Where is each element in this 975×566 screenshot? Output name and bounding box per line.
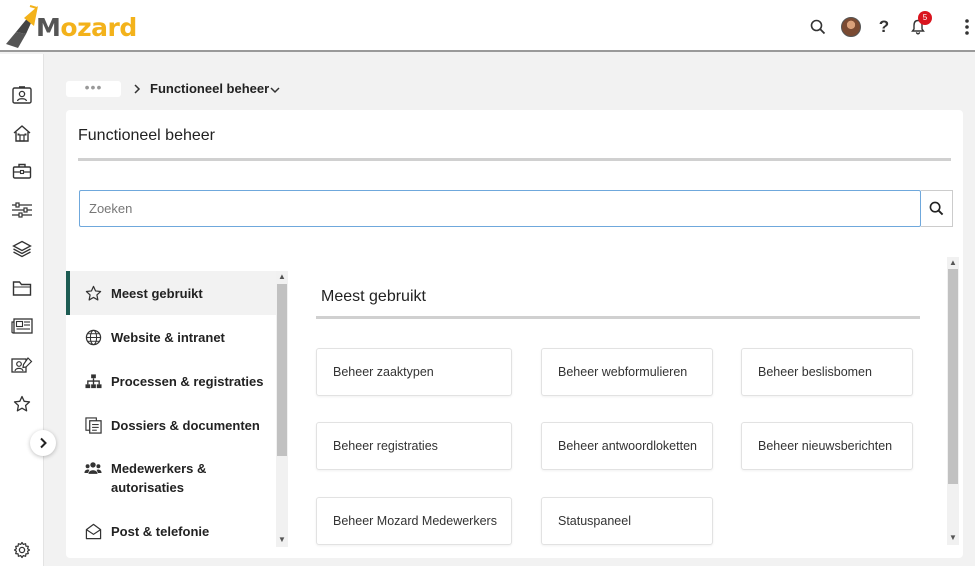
- tile-beheer-webformulieren[interactable]: Beheer webformulieren: [541, 348, 713, 396]
- side-rail: [0, 54, 44, 566]
- category-label: Dossiers & documenten: [111, 418, 260, 433]
- scroll-down-icon[interactable]: ▼: [277, 535, 287, 545]
- globe-icon: [84, 328, 102, 346]
- tile-statuspaneel[interactable]: Statuspaneel: [541, 497, 713, 545]
- search-icon: [929, 201, 944, 216]
- tile-beheer-registraties[interactable]: Beheer registraties: [316, 422, 512, 470]
- category-item-website-intranet[interactable]: Website & intranet: [66, 328, 276, 347]
- scroll-down-icon[interactable]: ▼: [948, 533, 958, 543]
- help-button[interactable]: ?: [874, 17, 894, 37]
- tile-beheer-antwoordloketten[interactable]: Beheer antwoordloketten: [541, 422, 713, 470]
- category-scrollbar[interactable]: ▲ ▼: [276, 271, 288, 547]
- logo-text: Mozard: [36, 13, 137, 42]
- category-label: Website & intranet: [111, 330, 225, 345]
- category-list: Meest gebruikt Website & intranet Proces…: [66, 271, 289, 548]
- search-icon[interactable]: [808, 17, 828, 37]
- page-title: Functioneel beheer: [78, 127, 215, 144]
- content-scroll-thumb[interactable]: [948, 269, 958, 484]
- documents-icon: [84, 416, 102, 434]
- mozard-logo[interactable]: Mozard: [4, 4, 137, 50]
- logo-text-prefix: M: [36, 12, 61, 42]
- tile-beheer-beslisbomen[interactable]: Beheer beslisbomen: [741, 348, 913, 396]
- category-item-dossiers-documenten[interactable]: Dossiers & documenten: [66, 416, 276, 435]
- help-label: ?: [878, 17, 890, 36]
- home-icon[interactable]: [11, 122, 33, 144]
- category-label: Post & telefonie: [111, 524, 210, 539]
- contact-card-icon[interactable]: [11, 84, 33, 106]
- folder-icon[interactable]: [11, 277, 33, 299]
- breadcrumb-current[interactable]: Functioneel beheer: [150, 81, 269, 96]
- tile-beheer-mozard-medewerkers[interactable]: Beheer Mozard Medewerkers: [316, 497, 512, 545]
- logo-text-rest: ozard: [60, 12, 137, 42]
- notifications-button[interactable]: 5: [908, 11, 932, 37]
- content-scrollbar[interactable]: ▲ ▼: [947, 257, 959, 545]
- star-icon: [84, 284, 102, 302]
- category-label: Processen & registraties: [111, 374, 264, 389]
- category-label: Medewerkers & autorisaties: [111, 461, 207, 495]
- top-header: Mozard ? 5: [0, 0, 975, 52]
- chevron-down-icon[interactable]: [269, 82, 281, 100]
- category-label: Meest gebruikt: [111, 286, 203, 301]
- star-icon[interactable]: [11, 393, 33, 415]
- category-scroll-thumb[interactable]: [277, 284, 287, 456]
- chevron-right-icon: [40, 437, 47, 449]
- newspaper-icon[interactable]: [11, 315, 33, 337]
- briefcase-icon[interactable]: [11, 160, 33, 182]
- sitemap-icon: [84, 372, 102, 390]
- sliders-icon[interactable]: [11, 199, 33, 221]
- layers-icon[interactable]: [11, 238, 33, 260]
- more-vertical-icon[interactable]: [957, 17, 975, 37]
- tile-beheer-nieuwsberichten[interactable]: Beheer nieuwsberichten: [741, 422, 913, 470]
- expand-rail-button[interactable]: [30, 430, 56, 456]
- category-item-post-telefonie[interactable]: Post & telefonie: [66, 522, 276, 541]
- section-divider: [316, 316, 920, 319]
- scroll-up-icon[interactable]: ▲: [948, 258, 958, 268]
- user-avatar[interactable]: [841, 17, 861, 37]
- search-input[interactable]: [79, 190, 921, 227]
- category-item-processen-registraties[interactable]: Processen & registraties: [66, 372, 276, 391]
- scroll-up-icon[interactable]: ▲: [277, 272, 287, 282]
- category-item-meest-gebruikt[interactable]: Meest gebruikt: [66, 271, 276, 315]
- envelope-open-icon: [84, 522, 102, 540]
- search-button[interactable]: [921, 190, 953, 227]
- main-card: Functioneel beheer Meest gebruikt Websit…: [66, 110, 963, 558]
- title-divider: [78, 158, 951, 161]
- notification-badge: 5: [918, 11, 932, 25]
- logo-mark-icon: [4, 4, 38, 50]
- breadcrumb-collapsed[interactable]: •••: [66, 80, 121, 97]
- section-title: Meest gebruikt: [321, 288, 426, 305]
- chevron-right-icon: [133, 82, 141, 100]
- category-item-medewerkers-autorisaties[interactable]: Medewerkers & autorisaties: [66, 459, 276, 497]
- settings-gear-icon[interactable]: [11, 539, 33, 561]
- user-edit-icon[interactable]: [11, 354, 33, 376]
- users-icon: [84, 459, 102, 477]
- tile-beheer-zaaktypen[interactable]: Beheer zaaktypen: [316, 348, 512, 396]
